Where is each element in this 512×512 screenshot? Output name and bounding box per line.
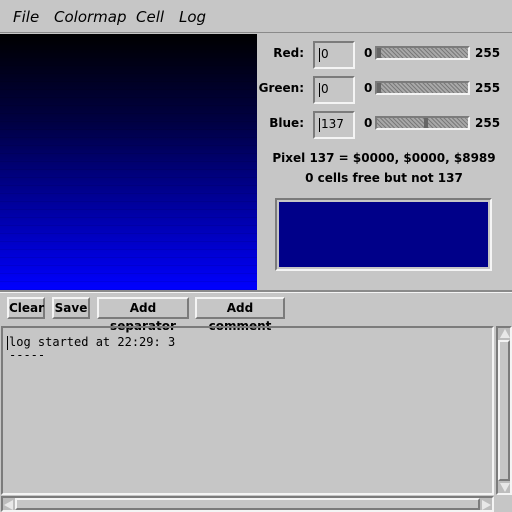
scroll-down-arrow-icon[interactable]: [500, 483, 510, 492]
color-swatch-frame: [275, 198, 492, 271]
save-button[interactable]: Save: [52, 297, 90, 319]
scroll-up-arrow-icon[interactable]: [500, 329, 510, 338]
text-cursor: [319, 47, 320, 62]
menu-file[interactable]: File: [13, 8, 39, 26]
add-separator-button[interactable]: Add separator: [97, 297, 189, 333]
red-value: 0: [321, 47, 329, 61]
log-text-area[interactable]: log started at 22:29: 3 -----: [1, 326, 494, 495]
green-max-label: 255: [475, 81, 501, 95]
green-min-label: 0: [364, 81, 373, 95]
text-cursor: [7, 336, 8, 350]
scroll-right-arrow-icon[interactable]: [482, 500, 491, 510]
vertical-scrollbar[interactable]: [496, 326, 512, 495]
horizontal-scrollbar[interactable]: [1, 496, 494, 512]
red-slider[interactable]: [375, 46, 470, 60]
color-swatch: [279, 202, 488, 267]
menu-colormap[interactable]: Colormap: [54, 8, 127, 26]
add-comment-button[interactable]: Add comment: [195, 297, 285, 333]
menu-cell[interactable]: Cell: [136, 8, 164, 26]
red-label: Red:: [273, 46, 304, 60]
vertical-scroll-thumb[interactable]: [498, 340, 510, 481]
green-slider-handle[interactable]: [377, 83, 381, 93]
blue-max-label: 255: [475, 116, 501, 130]
blue-slider-handle[interactable]: [424, 118, 428, 128]
green-value: 0: [321, 82, 329, 96]
blue-slider[interactable]: [375, 116, 470, 130]
text-cursor: [319, 82, 320, 97]
red-slider-handle[interactable]: [377, 48, 381, 58]
colormap-cell-rows: [0, 34, 257, 290]
red-min-label: 0: [364, 46, 373, 60]
divider: [0, 290, 512, 293]
blue-min-label: 0: [364, 116, 373, 130]
cells-free-status: 0 cells free but not 137: [305, 171, 463, 185]
text-cursor: [319, 117, 320, 132]
red-max-label: 255: [475, 46, 501, 60]
blue-label: Blue:: [269, 116, 304, 130]
green-slider[interactable]: [375, 81, 470, 95]
green-label: Green:: [258, 81, 304, 95]
blue-value: 137: [321, 117, 344, 131]
log-text: log started at 22:29: 3 -----: [9, 335, 176, 362]
horizontal-scroll-thumb[interactable]: [15, 498, 480, 510]
green-value-field[interactable]: 0: [313, 76, 355, 104]
red-value-field[interactable]: 0: [313, 41, 355, 69]
menu-bar: File Colormap Cell Log: [0, 0, 512, 33]
blue-value-field[interactable]: 137: [313, 111, 355, 139]
scroll-left-arrow-icon[interactable]: [4, 500, 13, 510]
clear-button[interactable]: Clear: [7, 297, 45, 319]
pixel-value-readout: Pixel 137 = $0000, $0000, $8989: [272, 151, 496, 165]
menu-log[interactable]: Log: [179, 8, 206, 26]
